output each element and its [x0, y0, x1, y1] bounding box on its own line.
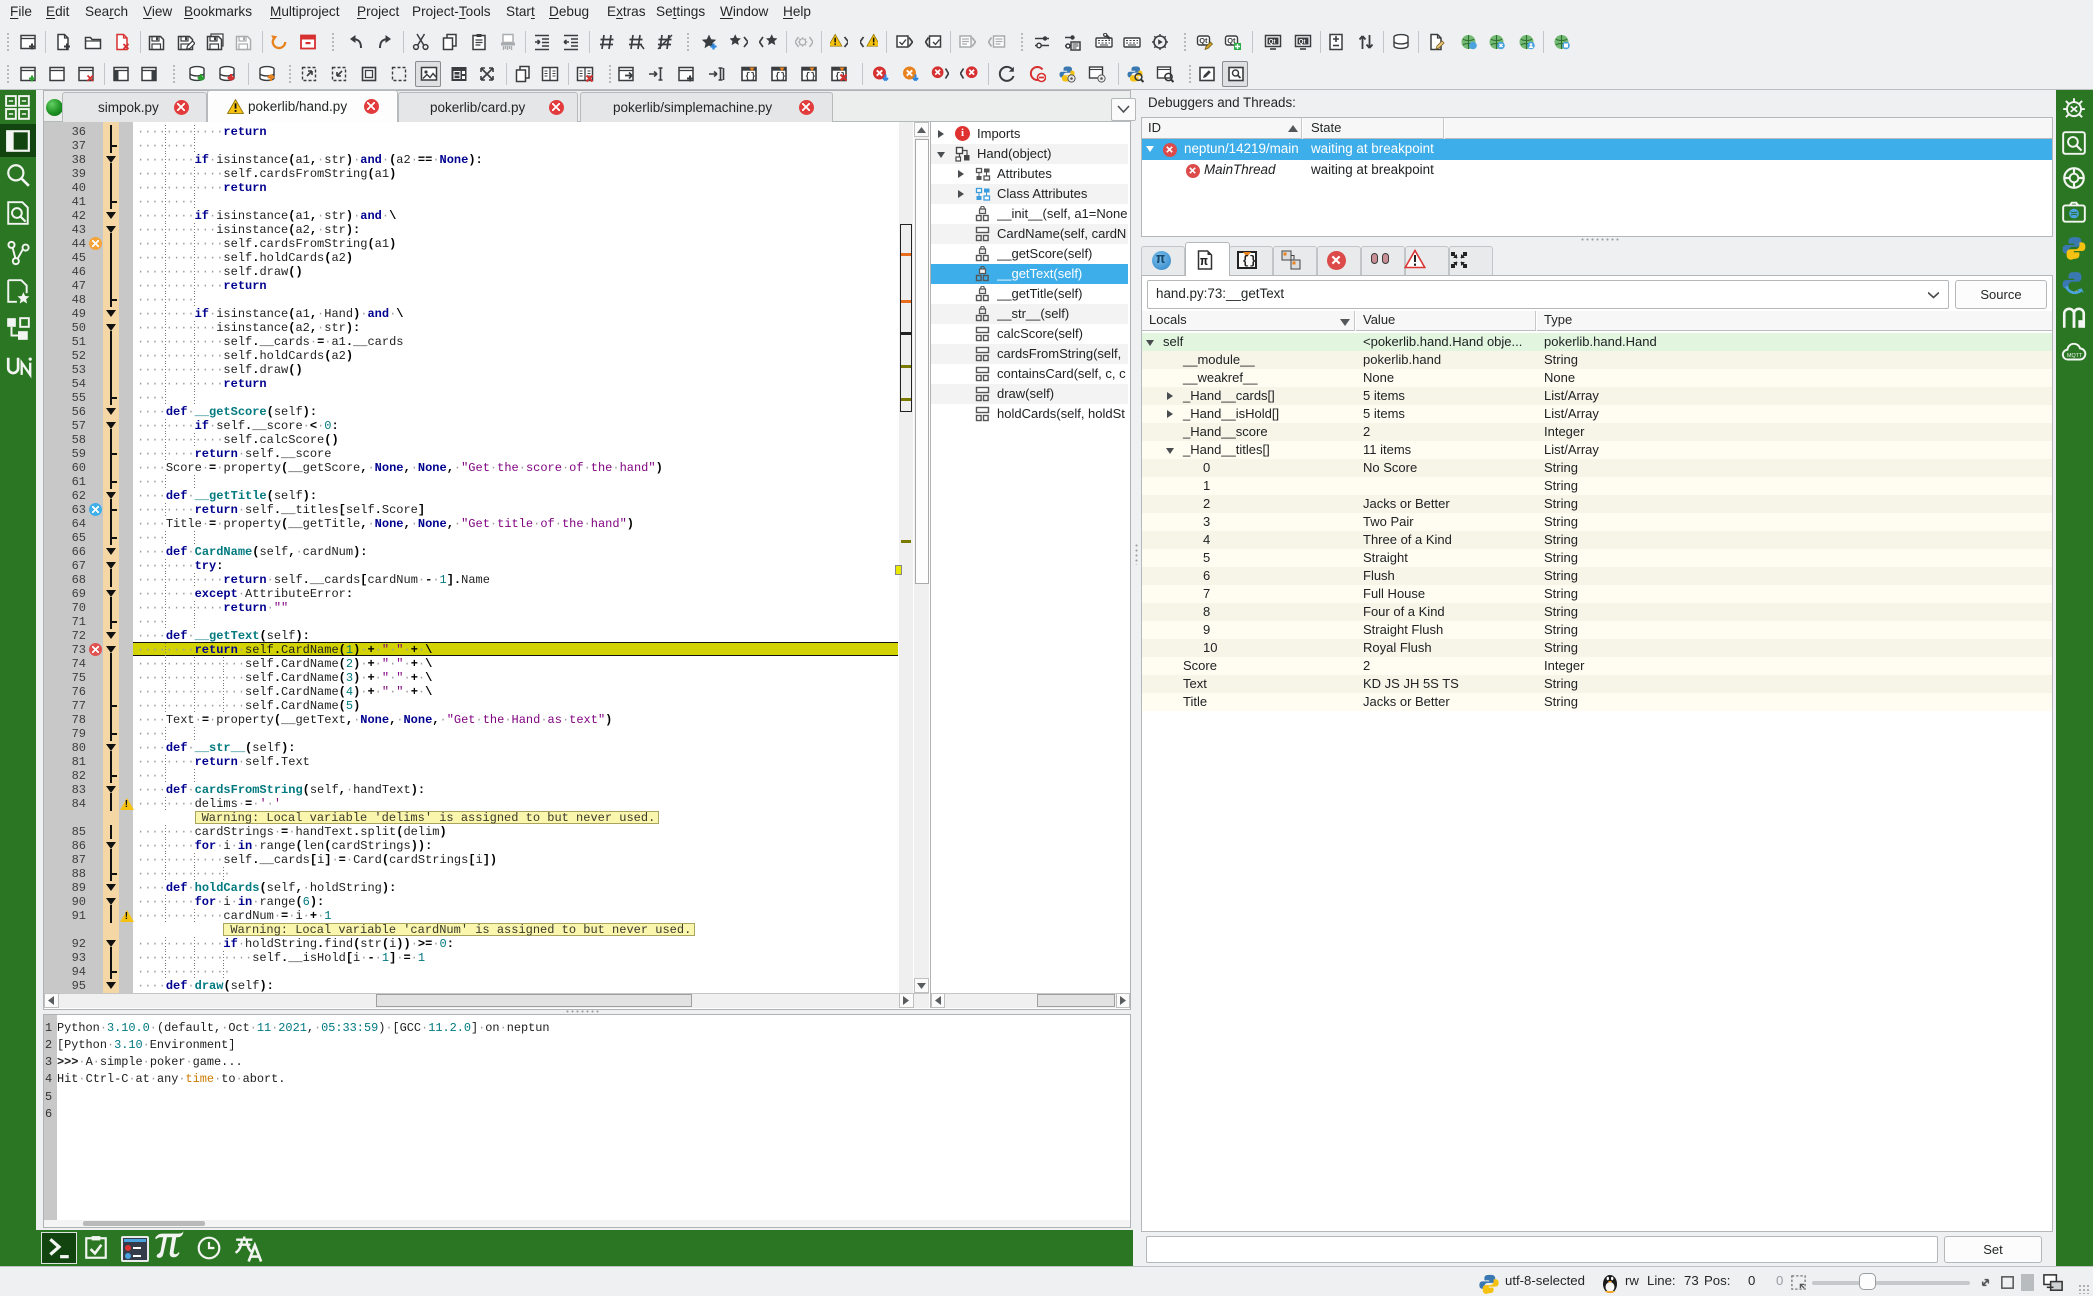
- svg-text:Qt: Qt: [1299, 40, 1306, 46]
- svg-text:MQTT: MQTT: [2067, 353, 2083, 359]
- svg-text:Qt: Qt: [1269, 40, 1276, 46]
- svg-text:{}: {}: [745, 72, 756, 82]
- svg-text:Qt: Qt: [1199, 36, 1208, 45]
- svg-text:{}: {}: [805, 72, 816, 82]
- svg-text:{}: {}: [775, 72, 786, 82]
